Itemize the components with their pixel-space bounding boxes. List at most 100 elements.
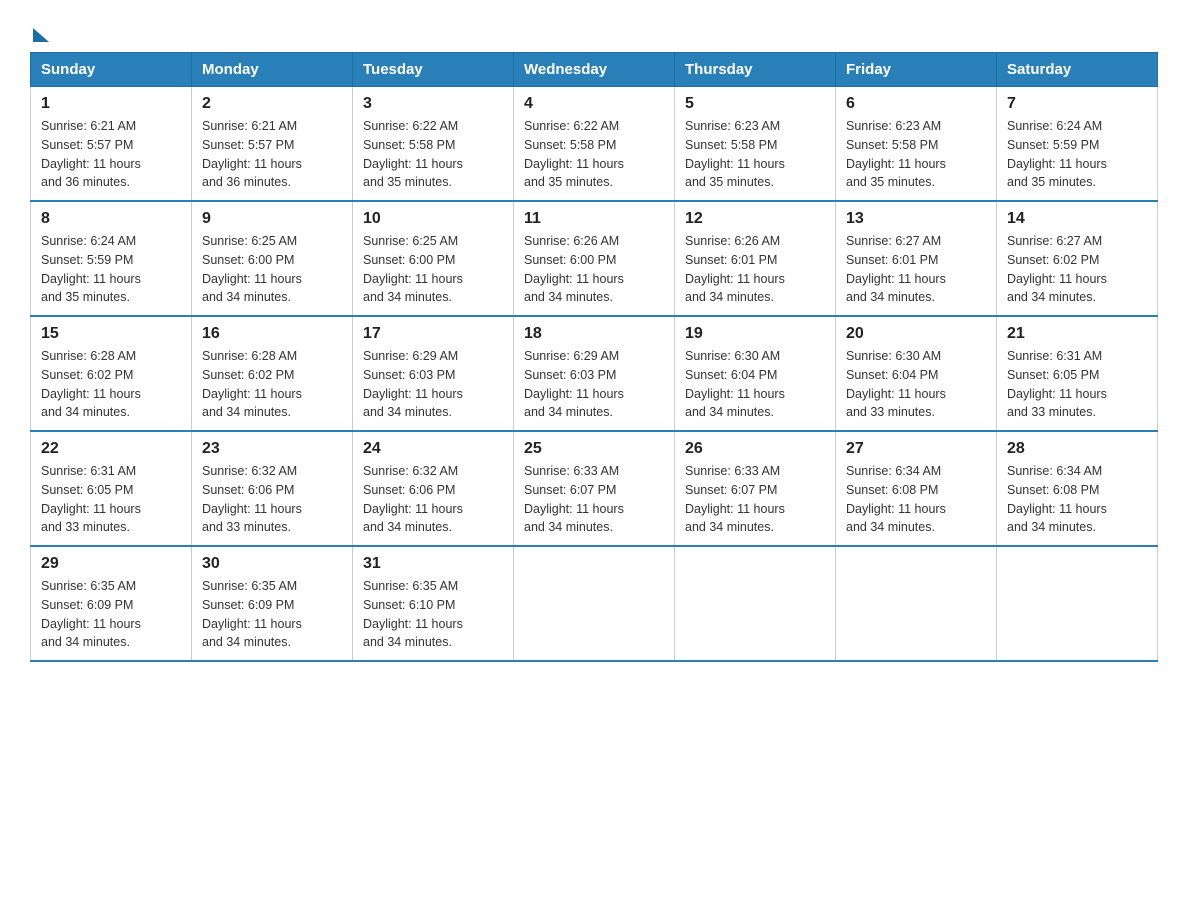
calendar-cell: 28 Sunrise: 6:34 AM Sunset: 6:08 PM Dayli… (997, 431, 1158, 546)
calendar-cell: 22 Sunrise: 6:31 AM Sunset: 6:05 PM Dayli… (31, 431, 192, 546)
day-number: 24 (363, 440, 503, 458)
calendar-cell (997, 546, 1158, 661)
day-number: 18 (524, 325, 664, 343)
day-info: Sunrise: 6:31 AM Sunset: 6:05 PM Dayligh… (41, 462, 181, 537)
day-info: Sunrise: 6:29 AM Sunset: 6:03 PM Dayligh… (524, 347, 664, 422)
day-info: Sunrise: 6:34 AM Sunset: 6:08 PM Dayligh… (1007, 462, 1147, 537)
calendar-cell: 19Sunrise: 6:30 AM Sunset: 6:04 PM Dayli… (675, 316, 836, 431)
day-number: 10 (363, 210, 503, 228)
calendar-header-row: SundayMondayTuesdayWednesdayThursdayFrid… (31, 53, 1158, 87)
calendar-cell: 9Sunrise: 6:25 AM Sunset: 6:00 PM Daylig… (192, 201, 353, 316)
calendar-cell: 15Sunrise: 6:28 AM Sunset: 6:02 PM Dayli… (31, 316, 192, 431)
calendar-cell: 17 Sunrise: 6:29 AM Sunset: 6:03 PM Dayli… (353, 316, 514, 431)
day-info: Sunrise: 6:31 AM Sunset: 6:05 PM Dayligh… (1007, 347, 1147, 422)
day-info: Sunrise: 6:33 AM Sunset: 6:07 PM Dayligh… (524, 462, 664, 537)
calendar-cell: 27 Sunrise: 6:34 AM Sunset: 6:08 PM Dayli… (836, 431, 997, 546)
day-number: 13 (846, 210, 986, 228)
day-info: Sunrise: 6:27 AM Sunset: 6:01 PM Dayligh… (846, 232, 986, 307)
calendar-cell: 25 Sunrise: 6:33 AM Sunset: 6:07 PM Dayli… (514, 431, 675, 546)
day-info: Sunrise: 6:33 AM Sunset: 6:07 PM Dayligh… (685, 462, 825, 537)
day-info: Sunrise: 6:34 AM Sunset: 6:08 PM Dayligh… (846, 462, 986, 537)
calendar-cell: 23Sunrise: 6:32 AM Sunset: 6:06 PM Dayli… (192, 431, 353, 546)
calendar-cell: 3 Sunrise: 6:22 AM Sunset: 5:58 PM Daylig… (353, 87, 514, 202)
calendar-cell: 6Sunrise: 6:23 AM Sunset: 5:58 PM Daylig… (836, 87, 997, 202)
day-number: 12 (685, 210, 825, 228)
calendar-cell: 14 Sunrise: 6:27 AM Sunset: 6:02 PM Dayli… (997, 201, 1158, 316)
calendar-header-sunday: Sunday (31, 53, 192, 87)
calendar-header-wednesday: Wednesday (514, 53, 675, 87)
calendar-week-row: 8 Sunrise: 6:24 AM Sunset: 5:59 PM Daylig… (31, 201, 1158, 316)
calendar-cell: 4Sunrise: 6:22 AM Sunset: 5:58 PM Daylig… (514, 87, 675, 202)
calendar-week-row: 1 Sunrise: 6:21 AM Sunset: 5:57 PM Daylig… (31, 87, 1158, 202)
calendar-header-monday: Monday (192, 53, 353, 87)
day-info: Sunrise: 6:21 AM Sunset: 5:57 PM Dayligh… (41, 117, 181, 192)
day-number: 31 (363, 555, 503, 573)
day-number: 22 (41, 440, 181, 458)
calendar-week-row: 29 Sunrise: 6:35 AM Sunset: 6:09 PM Dayli… (31, 546, 1158, 661)
day-number: 3 (363, 95, 503, 113)
calendar-cell: 20 Sunrise: 6:30 AM Sunset: 6:04 PM Dayli… (836, 316, 997, 431)
calendar-cell: 29 Sunrise: 6:35 AM Sunset: 6:09 PM Dayli… (31, 546, 192, 661)
day-number: 1 (41, 95, 181, 113)
calendar-cell: 30 Sunrise: 6:35 AM Sunset: 6:09 PM Dayli… (192, 546, 353, 661)
day-info: Sunrise: 6:24 AM Sunset: 5:59 PM Dayligh… (1007, 117, 1147, 192)
calendar-cell: 16 Sunrise: 6:28 AM Sunset: 6:02 PM Dayli… (192, 316, 353, 431)
calendar-cell: 10 Sunrise: 6:25 AM Sunset: 6:00 PM Dayli… (353, 201, 514, 316)
day-info: Sunrise: 6:26 AM Sunset: 6:00 PM Dayligh… (524, 232, 664, 307)
day-number: 5 (685, 95, 825, 113)
calendar-cell: 7 Sunrise: 6:24 AM Sunset: 5:59 PM Daylig… (997, 87, 1158, 202)
day-info: Sunrise: 6:35 AM Sunset: 6:10 PM Dayligh… (363, 577, 503, 652)
day-number: 26 (685, 440, 825, 458)
calendar-cell: 26 Sunrise: 6:33 AM Sunset: 6:07 PM Dayli… (675, 431, 836, 546)
day-info: Sunrise: 6:26 AM Sunset: 6:01 PM Dayligh… (685, 232, 825, 307)
day-info: Sunrise: 6:28 AM Sunset: 6:02 PM Dayligh… (202, 347, 342, 422)
day-info: Sunrise: 6:23 AM Sunset: 5:58 PM Dayligh… (685, 117, 825, 192)
day-number: 28 (1007, 440, 1147, 458)
calendar-header-tuesday: Tuesday (353, 53, 514, 87)
day-number: 16 (202, 325, 342, 343)
calendar-cell: 24 Sunrise: 6:32 AM Sunset: 6:06 PM Dayli… (353, 431, 514, 546)
calendar-cell: 11 Sunrise: 6:26 AM Sunset: 6:00 PM Dayli… (514, 201, 675, 316)
calendar-cell: 8 Sunrise: 6:24 AM Sunset: 5:59 PM Daylig… (31, 201, 192, 316)
calendar-week-row: 22 Sunrise: 6:31 AM Sunset: 6:05 PM Dayli… (31, 431, 1158, 546)
day-number: 11 (524, 210, 664, 228)
day-number: 8 (41, 210, 181, 228)
day-number: 30 (202, 555, 342, 573)
day-number: 7 (1007, 95, 1147, 113)
day-info: Sunrise: 6:30 AM Sunset: 6:04 PM Dayligh… (685, 347, 825, 422)
day-number: 29 (41, 555, 181, 573)
day-info: Sunrise: 6:25 AM Sunset: 6:00 PM Dayligh… (363, 232, 503, 307)
day-number: 20 (846, 325, 986, 343)
calendar-cell: 21Sunrise: 6:31 AM Sunset: 6:05 PM Dayli… (997, 316, 1158, 431)
day-number: 27 (846, 440, 986, 458)
calendar-cell: 31 Sunrise: 6:35 AM Sunset: 6:10 PM Dayli… (353, 546, 514, 661)
day-info: Sunrise: 6:22 AM Sunset: 5:58 PM Dayligh… (524, 117, 664, 192)
day-info: Sunrise: 6:30 AM Sunset: 6:04 PM Dayligh… (846, 347, 986, 422)
day-info: Sunrise: 6:22 AM Sunset: 5:58 PM Dayligh… (363, 117, 503, 192)
day-info: Sunrise: 6:32 AM Sunset: 6:06 PM Dayligh… (363, 462, 503, 537)
calendar-header-thursday: Thursday (675, 53, 836, 87)
day-info: Sunrise: 6:27 AM Sunset: 6:02 PM Dayligh… (1007, 232, 1147, 307)
day-info: Sunrise: 6:29 AM Sunset: 6:03 PM Dayligh… (363, 347, 503, 422)
day-number: 17 (363, 325, 503, 343)
logo-arrow-icon (33, 28, 49, 42)
day-number: 25 (524, 440, 664, 458)
day-number: 14 (1007, 210, 1147, 228)
day-info: Sunrise: 6:35 AM Sunset: 6:09 PM Dayligh… (202, 577, 342, 652)
day-info: Sunrise: 6:21 AM Sunset: 5:57 PM Dayligh… (202, 117, 342, 192)
calendar-cell: 13 Sunrise: 6:27 AM Sunset: 6:01 PM Dayli… (836, 201, 997, 316)
day-info: Sunrise: 6:32 AM Sunset: 6:06 PM Dayligh… (202, 462, 342, 537)
calendar-table: SundayMondayTuesdayWednesdayThursdayFrid… (30, 52, 1158, 662)
calendar-cell (514, 546, 675, 661)
calendar-cell (675, 546, 836, 661)
day-info: Sunrise: 6:35 AM Sunset: 6:09 PM Dayligh… (41, 577, 181, 652)
logo (30, 24, 49, 42)
day-info: Sunrise: 6:25 AM Sunset: 6:00 PM Dayligh… (202, 232, 342, 307)
calendar-header-saturday: Saturday (997, 53, 1158, 87)
day-info: Sunrise: 6:24 AM Sunset: 5:59 PM Dayligh… (41, 232, 181, 307)
day-number: 2 (202, 95, 342, 113)
calendar-week-row: 15 Sunrise: 6:28 AM Sunset: 6:02 PM Dayli… (31, 316, 1158, 431)
day-number: 15 (41, 325, 181, 343)
calendar-cell (836, 546, 997, 661)
calendar-cell: 2 Sunrise: 6:21 AM Sunset: 5:57 PM Daylig… (192, 87, 353, 202)
